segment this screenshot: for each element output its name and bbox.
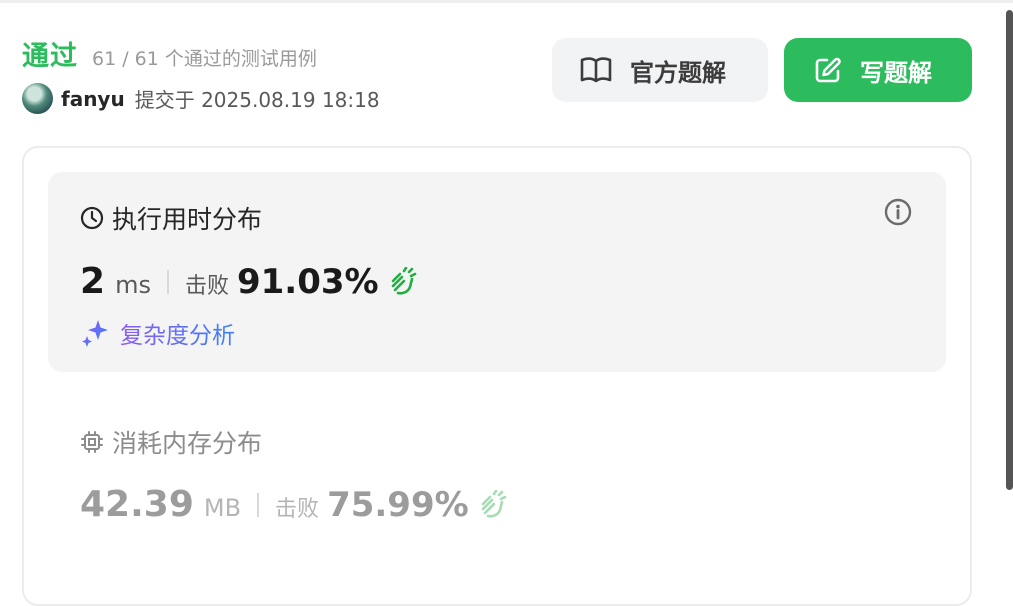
runtime-title-label: 执行用时分布	[112, 205, 263, 234]
submission-time: 提交于 2025.08.19 18:18	[134, 88, 380, 112]
write-solution-button[interactable]: 写题解	[784, 38, 972, 102]
memory-value: 42.39	[80, 484, 194, 525]
memory-title-label: 消耗内存分布	[112, 429, 263, 458]
memory-unit: MB	[203, 494, 242, 522]
memory-section-title[interactable]: 消耗内存分布	[80, 424, 262, 460]
top-border	[0, 0, 1013, 3]
runtime-beats-label: 击败	[184, 274, 229, 299]
runtime-section-title: 执行用时分布	[80, 200, 262, 236]
book-open-icon	[580, 57, 612, 83]
avatar[interactable]	[22, 83, 53, 114]
complexity-analysis-link[interactable]: 复杂度分析	[80, 316, 235, 350]
cpu-chip-icon	[81, 431, 103, 453]
divider	[257, 492, 260, 517]
submission-header: 通过 61 / 61 个通过的测试用例	[22, 34, 317, 73]
sparkle-icon	[82, 320, 108, 347]
runtime-beats-percentage: 91.03%	[236, 262, 379, 302]
runtime-stats: 2 ms 击败 91.03%	[80, 261, 417, 302]
official-solution-button[interactable]: 官方题解	[552, 38, 768, 102]
clock-icon	[80, 206, 104, 230]
clapping-hands-icon	[391, 266, 416, 295]
username-link[interactable]: fanyu	[61, 87, 125, 111]
edit-icon	[815, 57, 841, 83]
official-solution-label: 官方题解	[630, 58, 726, 87]
memory-beats-label: 击败	[275, 497, 320, 522]
write-solution-label: 写题解	[860, 58, 932, 87]
scrollbar[interactable]	[1006, 10, 1013, 490]
complexity-analysis-label: 复杂度分析	[120, 316, 235, 350]
memory-stats: 42.39 MB 击败 75.99%	[80, 484, 507, 525]
runtime-unit: ms	[115, 271, 151, 299]
runtime-value: 2	[80, 261, 106, 302]
clapping-hands-icon	[481, 489, 506, 518]
test-cases-passed: 61 / 61 个通过的测试用例	[92, 48, 317, 70]
info-icon[interactable]	[884, 198, 912, 230]
memory-beats-percentage: 75.99%	[327, 485, 469, 525]
status-badge: 通过	[22, 41, 78, 72]
submitter-info: fanyu 提交于 2025.08.19 18:18	[22, 83, 380, 114]
divider	[166, 269, 169, 294]
